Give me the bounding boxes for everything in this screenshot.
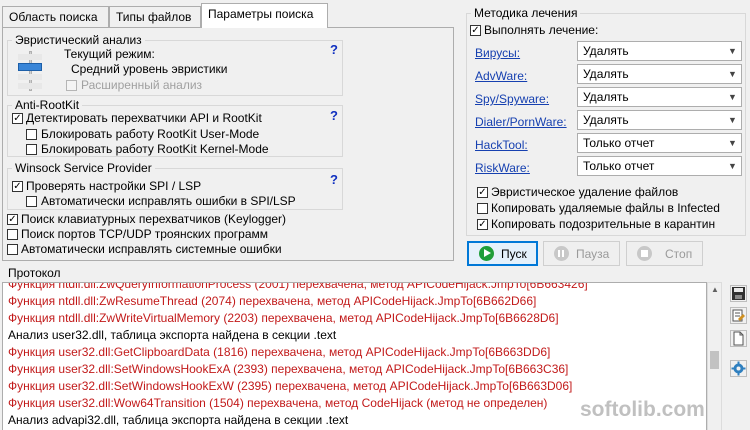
rootkit-title: Anti-RootKit	[12, 98, 83, 112]
stop-icon	[637, 246, 652, 261]
rootkit-help-icon[interactable]: ?	[330, 108, 338, 123]
chevron-down-icon: ▼	[728, 138, 737, 148]
dialer-action-select[interactable]: Удалять ▼	[577, 110, 742, 130]
hacktool-action-select[interactable]: Только отчет ▼	[577, 133, 742, 153]
category-dialer-link[interactable]: Dialer/PornWare:	[475, 115, 567, 129]
chevron-down-icon: ▼	[728, 69, 737, 79]
edit-log-button[interactable]	[730, 307, 747, 324]
settings-log-button[interactable]	[730, 360, 747, 377]
category-riskware-link[interactable]: RiskWare:	[475, 161, 530, 175]
enable-treatment-label: Выполнять лечение:	[484, 23, 599, 37]
autofix-spi-label: Автоматически исправлять ошибки в SPI/LS…	[41, 194, 296, 208]
category-adware-link[interactable]: AdvWare:	[475, 69, 527, 83]
spyware-action-select[interactable]: Удалять ▼	[577, 87, 742, 107]
gear-icon	[731, 361, 746, 376]
log-line: Функция user32.dll:GetClipboardData (181…	[8, 345, 551, 359]
extended-analysis-checkbox[interactable]	[66, 80, 77, 91]
viruses-action-select[interactable]: Удалять ▼	[577, 41, 742, 61]
log-line: Функция ntdll.dll:ZwWriteVirtualMemory (…	[8, 311, 559, 325]
winsock-help-icon[interactable]: ?	[330, 172, 338, 187]
protocol-scrollbar[interactable]: ▲	[707, 282, 722, 430]
trojan-ports-label: Поиск портов TCP/UDP троянских программ	[21, 227, 269, 241]
category-spyware-link[interactable]: Spy/Spyware:	[475, 92, 549, 106]
heuristic-level-slider[interactable]	[17, 49, 43, 93]
floppy-icon	[732, 287, 745, 300]
start-button-label: Пуск	[501, 247, 527, 261]
check-spi-checkbox[interactable]: ✓	[12, 181, 23, 192]
log-line: Функция ntdll.dll:ZwQueryInformationProc…	[8, 282, 588, 291]
stop-button-label: Стоп	[665, 247, 693, 261]
protocol-title: Протокол	[8, 266, 61, 280]
block-usermode-checkbox[interactable]	[26, 129, 37, 140]
chevron-down-icon: ▼	[728, 92, 737, 102]
heuristic-mode-label: Текущий режим:	[64, 47, 155, 61]
watermark: softolib.com	[580, 398, 705, 421]
heuristic-mode-value: Средний уровень эвристики	[71, 62, 228, 76]
log-line: Анализ user32.dll, таблица экспорта найд…	[8, 328, 337, 342]
copy-deleted-label: Копировать удаляемые файлы в Infected	[491, 201, 720, 215]
heur-delete-checkbox[interactable]: ✓	[477, 187, 488, 198]
tab-scan-settings[interactable]: Параметры поиска	[201, 3, 328, 28]
trojan-ports-checkbox[interactable]	[7, 229, 18, 240]
copy-suspicious-checkbox[interactable]: ✓	[477, 219, 488, 230]
start-button[interactable]: Пуск	[467, 241, 538, 266]
check-spi-label: Проверять настройки SPI / LSP	[26, 179, 202, 193]
keylogger-label: Поиск клавиатурных перехватчиков (Keylog…	[21, 212, 287, 226]
autofix-system-label: Автоматически исправлять системные ошибк…	[21, 242, 282, 256]
riskware-action-select[interactable]: Только отчет ▼	[577, 156, 742, 176]
pause-icon	[554, 246, 569, 261]
log-line: Анализ advapi32.dll, таблица экспорта на…	[8, 413, 349, 427]
autofix-system-checkbox[interactable]	[7, 244, 18, 255]
chevron-down-icon: ▼	[728, 115, 737, 125]
log-line: Функция user32.dll:SetWindowsHookExW (23…	[8, 379, 573, 393]
log-line: Функция ntdll.dll:ZwResumeThread (2074) …	[8, 294, 537, 308]
category-hacktool-link[interactable]: HackTool:	[475, 138, 528, 152]
treatment-title: Методика лечения	[471, 6, 581, 20]
chevron-down-icon: ▼	[728, 161, 737, 171]
new-log-button[interactable]	[730, 330, 747, 347]
detect-rootkit-checkbox[interactable]: ✓	[12, 113, 23, 124]
adware-action-select[interactable]: Удалять ▼	[577, 64, 742, 84]
extended-analysis-label: Расширенный анализ	[81, 78, 203, 92]
block-kernelmode-label: Блокировать работу RootKit Kernel-Mode	[41, 142, 269, 156]
tab-scan-area[interactable]: Область поиска	[2, 6, 109, 27]
chevron-down-icon: ▼	[728, 46, 737, 56]
pause-button[interactable]: Пауза	[543, 241, 620, 266]
category-viruses-link[interactable]: Вирусы:	[475, 46, 520, 60]
scroll-up-icon[interactable]: ▲	[711, 285, 719, 294]
heuristics-help-icon[interactable]: ?	[330, 42, 338, 57]
heur-delete-label: Эвристическое удаление файлов	[491, 185, 679, 199]
enable-treatment-checkbox[interactable]: ✓	[470, 25, 481, 36]
winsock-title: Winsock Service Provider	[12, 161, 155, 175]
copy-suspicious-label: Копировать подозрительные в карантин	[491, 217, 716, 231]
play-icon	[479, 246, 494, 261]
block-usermode-label: Блокировать работу RootKit User-Mode	[41, 127, 260, 141]
save-log-button[interactable]	[730, 285, 747, 302]
detect-rootkit-label: Детектировать перехватчики API и RootKit	[26, 111, 262, 125]
autofix-spi-checkbox[interactable]	[26, 196, 37, 207]
heuristics-title: Эвристический анализ	[12, 33, 145, 47]
pause-button-label: Пауза	[576, 247, 610, 261]
copy-deleted-checkbox[interactable]	[477, 203, 488, 214]
tab-file-types[interactable]: Типы файлов	[109, 6, 201, 27]
blank-page-icon	[733, 331, 744, 346]
document-edit-icon	[732, 309, 745, 322]
scroll-thumb[interactable]	[710, 351, 719, 369]
stop-button[interactable]: Стоп	[626, 241, 703, 266]
block-kernelmode-checkbox[interactable]	[26, 144, 37, 155]
log-line: Функция user32.dll:SetWindowsHookExA (23…	[8, 362, 569, 376]
log-line: Функция user32.dll:Wow64Transition (1504…	[8, 396, 548, 410]
keylogger-checkbox[interactable]: ✓	[7, 214, 18, 225]
